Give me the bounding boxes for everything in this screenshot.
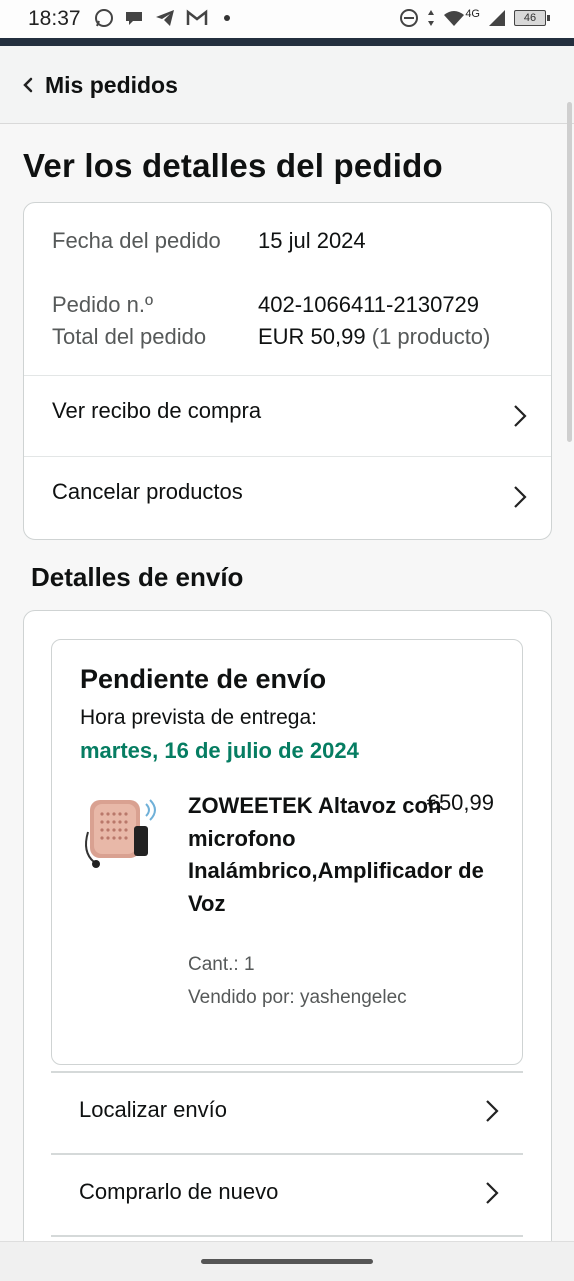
eta-date: martes, 16 de julio de 2024 bbox=[80, 738, 359, 763]
page-title: Ver los detalles del pedido bbox=[23, 147, 443, 184]
chevron-right-icon bbox=[514, 405, 527, 427]
whatsapp-icon bbox=[95, 9, 113, 27]
total-item-count: (1 producto) bbox=[371, 324, 491, 349]
header-accent-bar bbox=[0, 38, 574, 46]
order-total-label: Total del pedido bbox=[52, 324, 207, 349]
chevron-right-icon bbox=[514, 486, 527, 508]
cancel-products-label: Cancelar productos bbox=[52, 479, 243, 504]
nav-header: Mis pedidos bbox=[0, 46, 574, 124]
signal-icon bbox=[489, 10, 505, 26]
cancel-products-row[interactable]: Cancelar productos bbox=[24, 457, 551, 537]
system-nav-bar bbox=[0, 1241, 574, 1281]
product-quantity: Cant.: 1 bbox=[188, 954, 255, 975]
product-price: €50,99 bbox=[426, 790, 494, 815]
network-type: 4G bbox=[465, 8, 480, 20]
dot-icon bbox=[224, 15, 230, 21]
chevron-right-icon bbox=[486, 1182, 499, 1204]
chevron-right-icon bbox=[486, 1100, 499, 1122]
track-package-row[interactable]: Localizar envío bbox=[51, 1073, 523, 1153]
shipment-box: Pendiente de envío Hora prevista de entr… bbox=[51, 639, 523, 1065]
view-receipt-row[interactable]: Ver recibo de compra bbox=[24, 376, 551, 456]
system-icons: 4G 46 bbox=[399, 8, 550, 28]
gmail-icon bbox=[186, 9, 208, 25]
order-total-value: EUR 50,99 (1 producto) bbox=[258, 321, 490, 353]
order-summary-card: Fecha del pedido 15 jul 2024 Pedido n.º … bbox=[23, 202, 552, 540]
chevron-left-icon[interactable] bbox=[20, 75, 36, 95]
data-arrows-icon bbox=[428, 10, 435, 26]
order-number-value: 402-1066411-2130729 bbox=[258, 292, 480, 317]
shipping-card: Pendiente de envío Hora prevista de entr… bbox=[23, 610, 552, 1272]
order-date-value: 15 jul 2024 bbox=[258, 228, 366, 253]
status-bar: 18:37 4G 46 bbox=[0, 0, 574, 38]
divider bbox=[51, 1235, 523, 1237]
notification-icons bbox=[94, 8, 230, 28]
total-amount: EUR 50,99 bbox=[258, 324, 366, 349]
track-package-label: Localizar envío bbox=[79, 1097, 227, 1122]
order-number-label: Pedido n.º bbox=[52, 292, 153, 317]
speaker-product-image[interactable] bbox=[80, 792, 168, 872]
wifi-icon bbox=[444, 11, 465, 26]
eta-label: Hora prevista de entrega: bbox=[80, 706, 317, 729]
scrollbar[interactable] bbox=[567, 102, 572, 442]
telegram-icon bbox=[156, 10, 174, 26]
product-seller: Vendido por: yashengelec bbox=[188, 987, 407, 1008]
shipment-status: Pendiente de envío bbox=[80, 664, 327, 694]
do-not-disturb-icon bbox=[400, 9, 419, 27]
shipping-section-title: Detalles de envío bbox=[31, 562, 244, 592]
home-gesture-bar[interactable] bbox=[201, 1259, 373, 1264]
battery-icon: 46 bbox=[514, 10, 550, 26]
view-receipt-label: Ver recibo de compra bbox=[52, 398, 262, 423]
chat-icon bbox=[126, 12, 142, 25]
status-time: 18:37 bbox=[28, 7, 81, 30]
buy-again-row[interactable]: Comprarlo de nuevo bbox=[51, 1155, 523, 1235]
buy-again-label: Comprarlo de nuevo bbox=[79, 1179, 279, 1204]
order-date-label: Fecha del pedido bbox=[52, 228, 221, 253]
back-to-orders-link[interactable]: Mis pedidos bbox=[45, 72, 178, 99]
